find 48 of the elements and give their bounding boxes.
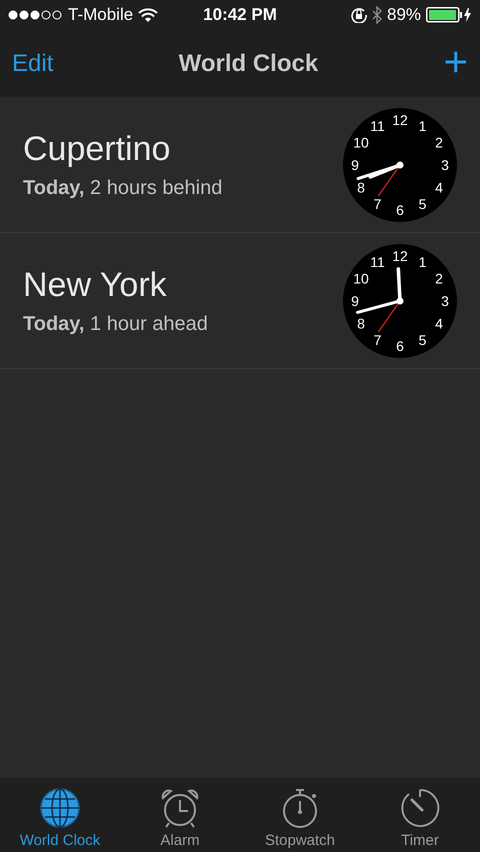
dial-number: 12 (392, 112, 408, 128)
dial-number: 4 (435, 315, 443, 331)
globe-icon (39, 787, 81, 829)
hand-pivot (396, 297, 404, 304)
screen-title: World Clock (178, 50, 318, 78)
tab-item[interactable]: World Clock (0, 778, 120, 852)
add-button[interactable]: + (443, 40, 468, 86)
dial-number: 11 (370, 254, 385, 270)
dial-number: 3 (441, 156, 449, 172)
edit-button[interactable]: Edit (12, 50, 54, 78)
status-time: 10:42 PM (203, 5, 277, 25)
hand-pivot (396, 161, 404, 168)
dial-number: 1 (418, 254, 426, 270)
time-difference: Today, 2 hours behind (23, 176, 222, 200)
rotation-lock-icon (350, 7, 367, 23)
dial-number: 7 (374, 331, 382, 348)
dial-number: 11 (370, 118, 385, 134)
dial-number: 9 (351, 292, 359, 308)
city-name: New York (23, 266, 168, 304)
timer-icon (399, 787, 441, 829)
alarm-clock-icon (159, 787, 201, 829)
tab-item[interactable]: Timer (360, 778, 480, 852)
dial-number: 3 (441, 292, 449, 308)
dial-number: 12 (392, 248, 408, 264)
dial-number: 2 (435, 134, 443, 150)
dial-number: 6 (396, 338, 404, 354)
battery-percent: 89% (386, 5, 422, 25)
dial-number: 8 (357, 315, 365, 331)
tab-item[interactable]: Alarm (120, 778, 240, 852)
battery-charging-icon (426, 7, 472, 23)
carrier-name: T-Mobile (68, 5, 134, 25)
wifi-icon (138, 8, 158, 22)
dial-number: 9 (351, 156, 359, 172)
dial-number: 6 (396, 202, 404, 218)
signal-icon (8, 10, 63, 20)
city-name: Cupertino (23, 130, 172, 168)
dial-number: 7 (374, 195, 382, 212)
dial-number: 10 (353, 270, 369, 286)
dial-number: 5 (418, 331, 426, 348)
dial-number: 10 (353, 134, 369, 150)
dial-number: 2 (435, 270, 443, 286)
dial-number: 4 (435, 179, 443, 195)
dial-number: 5 (418, 195, 426, 212)
time-difference: Today, 1 hour ahead (23, 312, 208, 336)
dial-number: 1 (418, 118, 426, 134)
bluetooth-icon (372, 6, 382, 24)
tab-item[interactable]: Stopwatch (240, 778, 360, 852)
dial-number: 8 (357, 179, 365, 195)
